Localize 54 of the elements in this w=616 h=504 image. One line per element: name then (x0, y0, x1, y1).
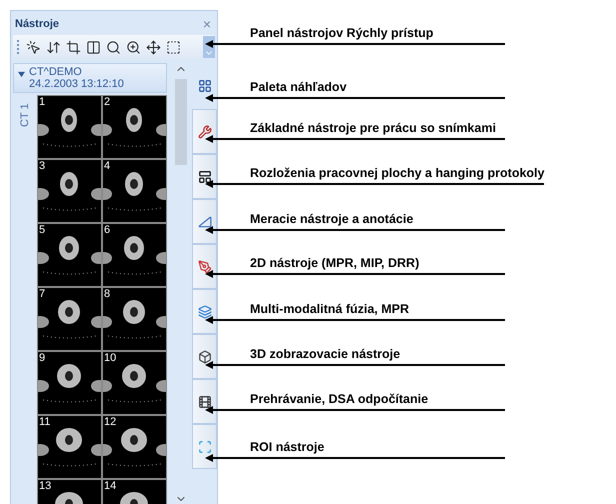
callout-label: ROI nástroje (250, 440, 326, 454)
callout-label: Základné nástroje pre prácu so snímkami (250, 121, 497, 135)
pointer-icon[interactable] (26, 40, 41, 54)
side-tab[interactable] (192, 154, 217, 199)
side-tab[interactable] (192, 199, 217, 244)
pen-icon (198, 260, 212, 274)
thumbnail[interactable]: 14 (103, 480, 166, 504)
callout-label: Multi-modalitná fúzia, MPR (250, 302, 410, 316)
thumbnail[interactable]: 12 (103, 416, 166, 478)
film-icon (198, 394, 212, 408)
thumbnail[interactable]: 10 (103, 352, 166, 414)
expand-caret-icon (18, 71, 25, 78)
thumbnail[interactable]: 13 (38, 480, 101, 504)
scrollbar-thumb[interactable] (174, 79, 187, 165)
callout-label: Meracie nástroje a anotácie (250, 212, 414, 226)
callout-label: 3D zobrazovacie nástroje (250, 347, 402, 361)
callout-label: Rozloženia pracovnej plochy a hanging protokoly (250, 166, 544, 180)
callout-label: Prehrávanie, DSA odpočítanie (250, 392, 430, 406)
side-tab[interactable] (192, 424, 217, 469)
series-header[interactable]: CT^DEMO 24.2.2003 13:12:10 (13, 63, 167, 93)
arrows-icon[interactable] (46, 40, 61, 54)
thumbnail[interactable]: 6 (103, 224, 166, 286)
cube-icon (198, 350, 212, 364)
layout-icon (198, 170, 212, 184)
grip-icon (17, 40, 21, 54)
series-label: CT 1 (18, 102, 32, 129)
thumbnail[interactable]: 4 (103, 160, 166, 222)
ruler-triangle-icon (198, 214, 212, 228)
layers-icon (198, 304, 212, 318)
callout-label: 2D nástroje (MPR, MIP, DRR) (250, 256, 420, 270)
zoom-in-icon[interactable] (126, 40, 141, 54)
thumbnail[interactable]: 5 (38, 224, 101, 286)
side-tab[interactable] (192, 379, 217, 424)
wrench-icon (198, 124, 212, 138)
thumbnail[interactable]: 7 (38, 288, 101, 350)
grid-icon (198, 79, 212, 93)
crop-icon[interactable] (66, 40, 81, 54)
columns-icon[interactable] (86, 40, 101, 54)
move-icon[interactable] (146, 40, 161, 54)
thumbnail[interactable]: 9 (38, 352, 101, 414)
side-tab[interactable] (192, 109, 217, 154)
side-tab[interactable] (192, 244, 217, 289)
callout-label: Panel nástrojov Rýchly prístup (250, 26, 434, 40)
callout-label: Paleta náhľadov (250, 80, 348, 94)
side-tab[interactable] (192, 334, 217, 379)
thumbnail[interactable]: 2 (103, 96, 166, 158)
thumbnail[interactable]: 1 (38, 96, 101, 158)
thumbnail[interactable]: 8 (103, 288, 166, 350)
panel-title: Nástroje (15, 18, 60, 30)
thumbnail[interactable]: 11 (38, 416, 101, 478)
roi-icon (198, 440, 212, 454)
search-icon[interactable] (106, 40, 121, 54)
thumbnail[interactable]: 3 (38, 160, 101, 222)
side-tab[interactable] (192, 289, 217, 334)
